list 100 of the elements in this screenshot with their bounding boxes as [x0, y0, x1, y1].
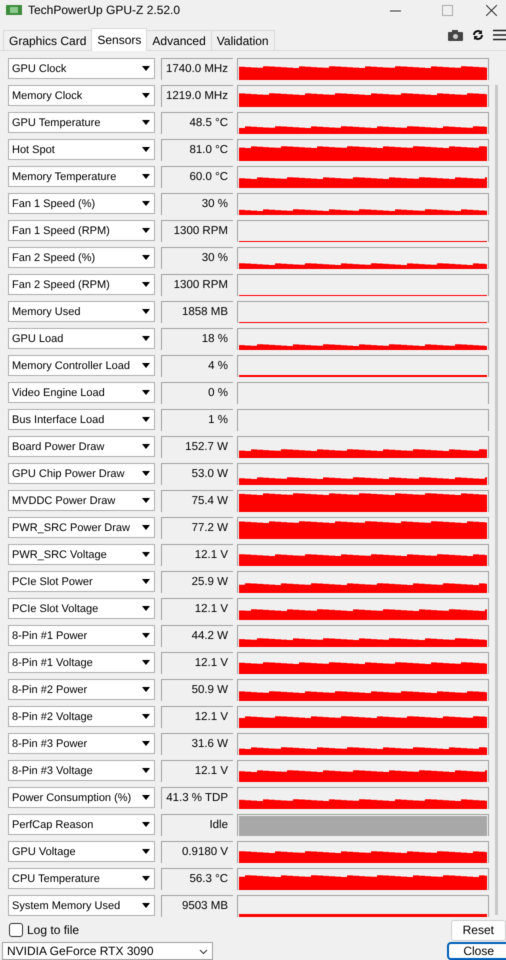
sensor-dropdown[interactable]: CPU Temperature — [8, 868, 155, 889]
sensor-value: 12.1 V — [161, 652, 233, 674]
caret-icon — [142, 390, 150, 395]
sensor-dropdown[interactable]: Power Consumption (%) — [8, 787, 155, 808]
caret-icon — [142, 93, 150, 98]
sensor-dropdown[interactable]: Memory Temperature — [8, 166, 155, 187]
sensor-value: 41.3 % TDP — [161, 786, 233, 808]
sensor-dropdown[interactable]: Video Engine Load — [8, 382, 155, 403]
app-icon — [6, 4, 22, 16]
sensor-dropdown[interactable]: PCIe Slot Voltage — [8, 598, 155, 619]
sensor-dropdown[interactable]: GPU Load — [8, 328, 155, 349]
sensor-value: 1300 RPM — [161, 220, 233, 242]
sensor-dropdown[interactable]: Fan 2 Speed (RPM) — [8, 274, 155, 295]
caret-icon — [142, 444, 150, 449]
sensor-value: 1219.0 MHz — [161, 84, 233, 106]
sensor-dropdown[interactable]: Bus Interface Load — [8, 409, 155, 430]
caret-icon — [142, 255, 150, 260]
sensor-dropdown[interactable]: GPU Voltage — [8, 841, 155, 862]
caret-icon — [142, 876, 150, 881]
sensor-dropdown[interactable]: Fan 1 Speed (%) — [8, 193, 155, 214]
tab[interactable]: Sensors — [91, 28, 148, 51]
sensor-dropdown[interactable]: 8-Pin #2 Power — [8, 679, 155, 700]
caret-icon — [142, 687, 150, 692]
sensor-value: 1 % — [161, 408, 233, 430]
caret-icon — [142, 417, 150, 422]
chevron-icon — [199, 946, 208, 956]
sensor-dropdown[interactable]: Fan 2 Speed (%) — [8, 247, 155, 268]
sensor-dropdown[interactable]: GPU Clock — [8, 58, 155, 79]
sensor-value: 60.0 °C — [161, 166, 233, 188]
log-checkbox[interactable]: Log to file — [9, 923, 80, 937]
sensor-value: 30 % — [161, 192, 233, 214]
sensor-value: 12.1 V — [161, 598, 233, 620]
sensor-dropdown[interactable]: 8-Pin #1 Voltage — [8, 652, 155, 673]
scrollbar[interactable] — [495, 85, 498, 915]
sensor-value: 1740.0 MHz — [161, 58, 233, 80]
caret-icon — [142, 498, 150, 503]
tab[interactable]: Validation — [210, 30, 275, 50]
sensor-dropdown[interactable]: Fan 1 Speed (RPM) — [8, 220, 155, 241]
sensor-dropdown[interactable]: Memory Used — [8, 301, 155, 322]
sensor-value: 18 % — [161, 328, 233, 350]
sensor-dropdown[interactable]: System Memory Used — [8, 895, 155, 916]
sensor-dropdown[interactable]: Hot Spot — [8, 139, 155, 160]
sensor-dropdown[interactable]: PWR_SRC Power Draw — [8, 517, 155, 538]
tab[interactable]: Graphics Card — [3, 30, 92, 50]
caret-icon — [142, 795, 150, 800]
sensor-value: 53.0 W — [161, 462, 233, 484]
caret-icon — [142, 282, 150, 287]
refresh-icon[interactable] — [472, 29, 484, 41]
sensor-dropdown[interactable]: GPU Chip Power Draw — [8, 463, 155, 484]
sensor-dropdown[interactable]: 8-Pin #1 Power — [8, 625, 155, 646]
sensor-value: 44.2 W — [161, 624, 233, 646]
sensor-dropdown[interactable]: PCIe Slot Power — [8, 571, 155, 592]
sensor-dropdown[interactable]: GPU Temperature — [8, 112, 155, 133]
sensor-dropdown[interactable]: Board Power Draw — [8, 436, 155, 457]
sensor-dropdown[interactable]: Memory Controller Load — [8, 355, 155, 376]
caret-icon — [142, 471, 150, 476]
camera-icon[interactable] — [448, 30, 463, 40]
sensor-dropdown[interactable]: 8-Pin #2 Voltage — [8, 706, 155, 727]
caret-icon — [142, 363, 150, 368]
sensor-value: 75.4 W — [161, 490, 233, 512]
caret-icon — [142, 768, 150, 773]
caret-icon — [142, 336, 150, 341]
sensor-dropdown[interactable]: 8-Pin #3 Power — [8, 733, 155, 754]
menu-icon[interactable] — [493, 29, 506, 41]
gpu-select[interactable]: NVIDIA GeForce RTX 3090 — [2, 942, 213, 960]
sensor-value: 81.0 °C — [161, 138, 233, 160]
sensor-dropdown[interactable]: PerfCap Reason — [8, 814, 155, 835]
sensor-value: 0 % — [161, 382, 233, 404]
caret-icon — [142, 741, 150, 746]
caret-icon — [142, 66, 150, 71]
sensor-value: 30 % — [161, 246, 233, 268]
caret-icon — [142, 633, 150, 638]
sensor-value: 1858 MB — [161, 300, 233, 322]
sensor-dropdown[interactable]: 8-Pin #3 Voltage — [8, 760, 155, 781]
caret-icon — [142, 579, 150, 584]
sensor-value: 50.9 W — [161, 678, 233, 700]
sensor-value: 152.7 W — [161, 436, 233, 458]
sensor-value: 48.5 °C — [161, 112, 233, 134]
sensor-value: 25.9 W — [161, 570, 233, 592]
caret-icon — [142, 525, 150, 530]
caret-icon — [142, 606, 150, 611]
caret-icon — [142, 174, 150, 179]
sensor-dropdown[interactable]: PWR_SRC Voltage — [8, 544, 155, 565]
sensor-dropdown[interactable]: Memory Clock — [8, 85, 155, 106]
close-icon[interactable] — [486, 4, 496, 16]
caret-icon — [142, 660, 150, 665]
caret-icon — [142, 120, 150, 125]
caret-icon — [142, 147, 150, 152]
caret-icon — [142, 822, 150, 827]
close-button[interactable]: Close — [447, 942, 506, 960]
caret-icon — [142, 201, 150, 206]
caret-icon — [142, 552, 150, 557]
sensor-dropdown[interactable]: MVDDC Power Draw — [8, 490, 155, 511]
caret-icon — [142, 903, 150, 908]
sensor-value: 0.9180 V — [161, 840, 233, 862]
sensor-value: 77.2 W — [161, 516, 233, 538]
sensor-value: 31.6 W — [161, 732, 233, 754]
caret-icon — [142, 849, 150, 854]
caret-icon — [142, 714, 150, 719]
reset-button[interactable]: Reset — [450, 920, 506, 940]
